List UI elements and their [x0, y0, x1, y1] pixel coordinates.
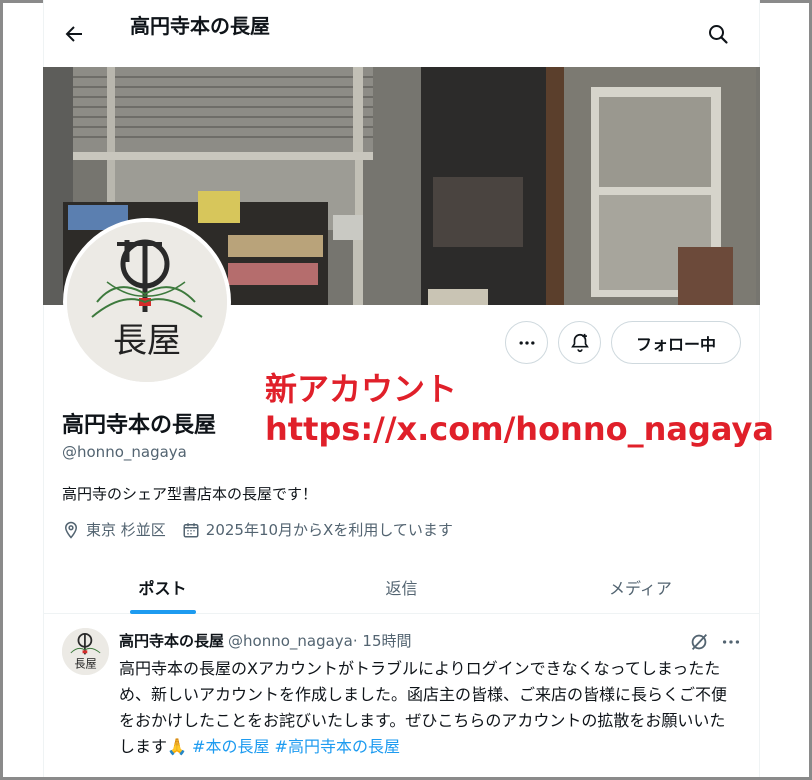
post-timestamp[interactable]: · 15時間	[353, 630, 412, 651]
post-more-icon[interactable]	[720, 631, 742, 653]
post-author-name[interactable]: 高円寺本の長屋	[119, 630, 224, 651]
avatar-logo-text: 長屋	[113, 321, 181, 361]
hashtag-link[interactable]: #本の長屋	[192, 737, 269, 756]
profile-bio: 高円寺のシェア型書店本の長屋です！	[62, 485, 318, 503]
calendar-icon	[183, 522, 199, 537]
tab-media-label: メディア	[609, 578, 672, 598]
following-button[interactable]: フォロー中	[611, 321, 741, 364]
back-arrow-icon[interactable]	[62, 22, 86, 46]
tab-posts[interactable]: ポスト	[43, 560, 282, 614]
post-author-handle[interactable]: @honno_nagaya	[228, 632, 353, 650]
profile-name: 高円寺本の長屋	[62, 413, 217, 438]
pray-emoji: 🙏	[167, 737, 187, 756]
profile-meta: 東京 杉並区 2025年10月からXを利用しています	[62, 519, 469, 540]
profile-handle: @honno_nagaya	[62, 443, 187, 461]
profile-avatar[interactable]: 長屋	[63, 218, 231, 386]
location-pin-icon	[64, 521, 78, 539]
header-title: 高円寺本の長屋	[130, 14, 270, 38]
grok-icon[interactable]	[688, 631, 710, 653]
profile-joined-date: 2025年10月からXを利用しています	[205, 521, 453, 539]
tab-replies-label: 返信	[385, 578, 418, 598]
tab-media[interactable]: メディア	[521, 560, 760, 613]
tab-replies[interactable]: 返信	[282, 560, 521, 613]
post-header: 高円寺本の長屋 @honno_nagaya · 15時間	[119, 630, 412, 651]
post-text: 高円寺本の長屋のXアカウントがトラブルによりログインできなくなってしまったため、…	[119, 656, 739, 760]
notification-subscribe-button[interactable]	[558, 321, 601, 364]
more-options-button[interactable]	[505, 321, 548, 364]
search-icon[interactable]	[706, 22, 730, 46]
bell-plus-icon	[570, 333, 589, 352]
post-author-avatar[interactable]: 長屋	[62, 628, 109, 675]
active-tab-indicator	[129, 610, 196, 614]
new-account-annotation: 新アカウント	[265, 370, 458, 408]
hashtag-link[interactable]: #高円寺本の長屋	[275, 737, 400, 756]
profile-tabs: ポスト 返信 メディア	[43, 560, 760, 614]
tab-posts-label: ポスト	[138, 578, 187, 598]
profile-location: 東京 杉並区	[86, 521, 166, 539]
more-dots-icon	[519, 340, 534, 345]
new-account-url-annotation: https://x.com/honno_nagaya	[265, 410, 774, 448]
post-avatar-logo-text: 長屋	[74, 658, 96, 671]
